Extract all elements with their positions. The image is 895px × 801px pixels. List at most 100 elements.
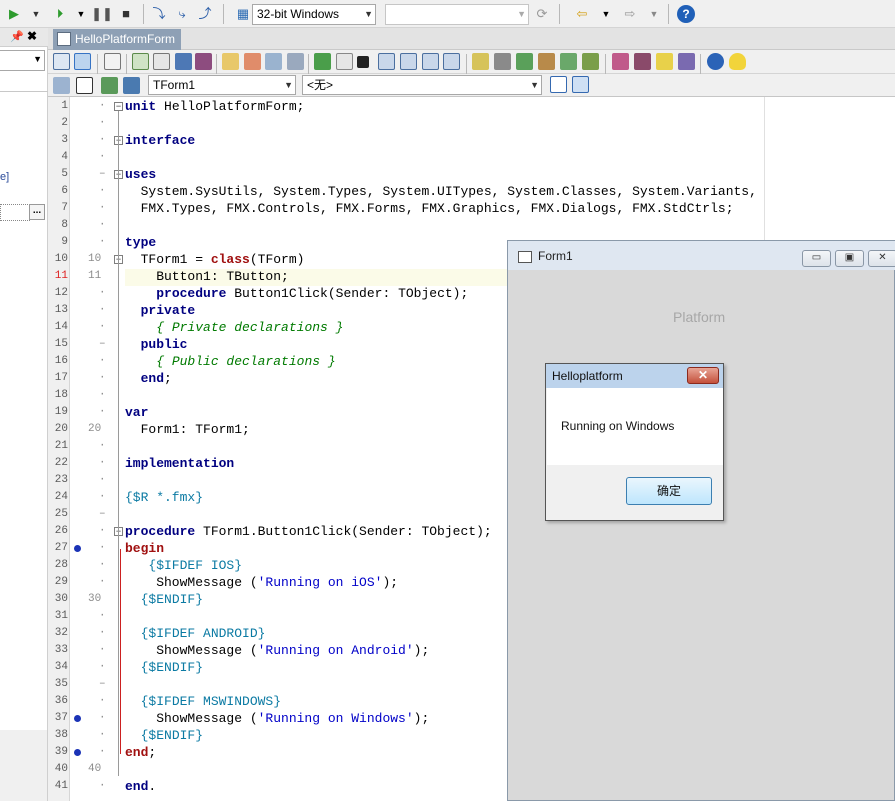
trace-into-icon[interactable]: [400, 53, 417, 70]
save-icon[interactable]: [175, 53, 192, 70]
line-number: 22: [54, 457, 68, 469]
view-forms-icon[interactable]: [287, 53, 304, 70]
run-dropdown-icon[interactable]: ▼: [27, 5, 45, 23]
run-without-debug-dropdown-icon[interactable]: ▼: [72, 5, 90, 23]
save-all-icon[interactable]: [195, 53, 212, 70]
close-icon[interactable]: ✖: [27, 29, 37, 43]
settings-icon[interactable]: [678, 53, 695, 70]
align-icon[interactable]: [472, 53, 489, 70]
implementation-icon[interactable]: [123, 77, 140, 94]
line-number: 12: [54, 287, 68, 299]
line-number: 9: [61, 236, 68, 248]
breakpoint-icon[interactable]: [74, 749, 81, 756]
edit-icon[interactable]: [516, 53, 533, 70]
interface-icon[interactable]: [101, 77, 118, 94]
remove-file-icon[interactable]: [244, 53, 261, 70]
run-dropdown-icon[interactable]: [336, 53, 353, 70]
code-line-1: unit HelloPlatformForm;: [125, 99, 305, 114]
view-units-icon[interactable]: [265, 53, 282, 70]
new-item-icon[interactable]: [104, 53, 121, 70]
tab-helloplatformform[interactable]: HelloPlatformForm: [53, 29, 181, 50]
search-combo[interactable]: ▼: [385, 4, 529, 25]
toggle-form-unit-icon[interactable]: [74, 53, 91, 70]
tool-icon[interactable]: [560, 53, 577, 70]
palette-icon[interactable]: [612, 53, 629, 70]
run-until-return-icon[interactable]: ⤴: [196, 5, 214, 23]
gutter-dot: ·: [99, 491, 106, 503]
show-execution-icon[interactable]: [443, 53, 460, 70]
gutter-dot: ·: [99, 134, 106, 146]
pin-icon[interactable]: 📌: [10, 30, 24, 43]
help-icon[interactable]: [707, 53, 724, 70]
gutter-dot: ·: [99, 202, 106, 214]
stop-icon[interactable]: [357, 56, 369, 68]
marker-gutter: [70, 97, 117, 801]
back-arrow-icon[interactable]: ⇦: [573, 5, 591, 23]
resource-icon[interactable]: [582, 53, 599, 70]
component-icon[interactable]: [494, 53, 511, 70]
code-line-36: {$IFDEF MSWINDOWS}: [140, 694, 282, 709]
run-without-debug-icon[interactable]: ⏵: [51, 5, 69, 23]
platform-select[interactable]: 32-bit Windows ▼: [252, 4, 376, 25]
close-button[interactable]: ✕: [868, 250, 895, 267]
package-icon[interactable]: [538, 53, 555, 70]
gutter-dot: ·: [99, 661, 106, 673]
breakpoint-icon[interactable]: [74, 545, 81, 552]
tab-label: HelloPlatformForm: [75, 32, 176, 46]
forward-arrow-icon[interactable]: ⇨: [621, 5, 639, 23]
line-number: 28: [54, 559, 68, 571]
stop-icon[interactable]: ■: [117, 5, 135, 23]
line-number: 16: [54, 355, 68, 367]
open-project-icon[interactable]: [222, 53, 239, 70]
database-icon[interactable]: [634, 53, 651, 70]
gutter-dot: ·: [99, 355, 106, 367]
class-select[interactable]: TForm1 ▼: [148, 75, 296, 95]
gutter-dot: ·: [99, 729, 106, 741]
separator: [223, 4, 224, 24]
gutter-dot: ·: [99, 695, 106, 707]
code-line-6: System.SysUtils, System.Types, System.UI…: [125, 184, 757, 199]
minimize-button[interactable]: ▭: [802, 250, 831, 267]
left-panel-combo[interactable]: ▼: [0, 50, 45, 71]
separator: [143, 4, 144, 24]
gutter-line-marker: 11: [88, 270, 102, 282]
line-number: 32: [54, 627, 68, 639]
help-icon[interactable]: ?: [677, 5, 695, 23]
run-icon[interactable]: ▶: [5, 5, 23, 23]
pause-icon[interactable]: ❚❚: [91, 5, 113, 23]
chevron-down-icon: ▼: [364, 9, 373, 19]
dropdown-icon[interactable]: [153, 53, 170, 70]
add-file-icon[interactable]: [132, 53, 149, 70]
code-line-20: Form1: TForm1;: [125, 422, 250, 437]
line-number: 4: [61, 151, 68, 163]
member-select[interactable]: <无> ▼: [302, 75, 542, 95]
gutter-dot: ·: [99, 712, 106, 724]
maximize-button[interactable]: ▣: [835, 250, 864, 267]
refresh-icon[interactable]: ⟳: [533, 5, 551, 23]
structure-icon[interactable]: [76, 77, 93, 94]
run-to-cursor-icon[interactable]: [422, 53, 439, 70]
align-left-icon[interactable]: [550, 76, 567, 93]
step-over-icon[interactable]: ⤵: [150, 5, 168, 23]
class-browser-icon[interactable]: [53, 77, 70, 94]
back-dropdown-icon[interactable]: ▼: [597, 5, 615, 23]
step-over-icon[interactable]: [378, 53, 395, 70]
form-view-icon[interactable]: [53, 53, 70, 70]
dialog-close-button[interactable]: ✕: [687, 367, 719, 384]
trace-into-icon[interactable]: ⤷: [173, 5, 191, 23]
tip-icon[interactable]: [729, 53, 746, 70]
code-line-37: ShowMessage ('Running on Windows');: [125, 711, 430, 726]
ok-button[interactable]: 确定: [626, 477, 712, 505]
code-line-39: end;: [125, 745, 157, 760]
gutter-dot: ·: [99, 219, 106, 231]
ellipsis-button[interactable]: ...: [29, 204, 45, 220]
run-icon[interactable]: [314, 53, 331, 70]
fold-toggle-icon[interactable]: −: [114, 102, 123, 111]
note-icon[interactable]: [656, 53, 673, 70]
left-panel-field[interactable]: [0, 204, 30, 221]
breakpoint-icon[interactable]: [74, 715, 81, 722]
forward-dropdown-icon[interactable]: ▼: [645, 5, 663, 23]
line-number: 15: [54, 338, 68, 350]
align-justify-icon[interactable]: [572, 76, 589, 93]
dialog-title: Helloplatform: [552, 369, 623, 383]
